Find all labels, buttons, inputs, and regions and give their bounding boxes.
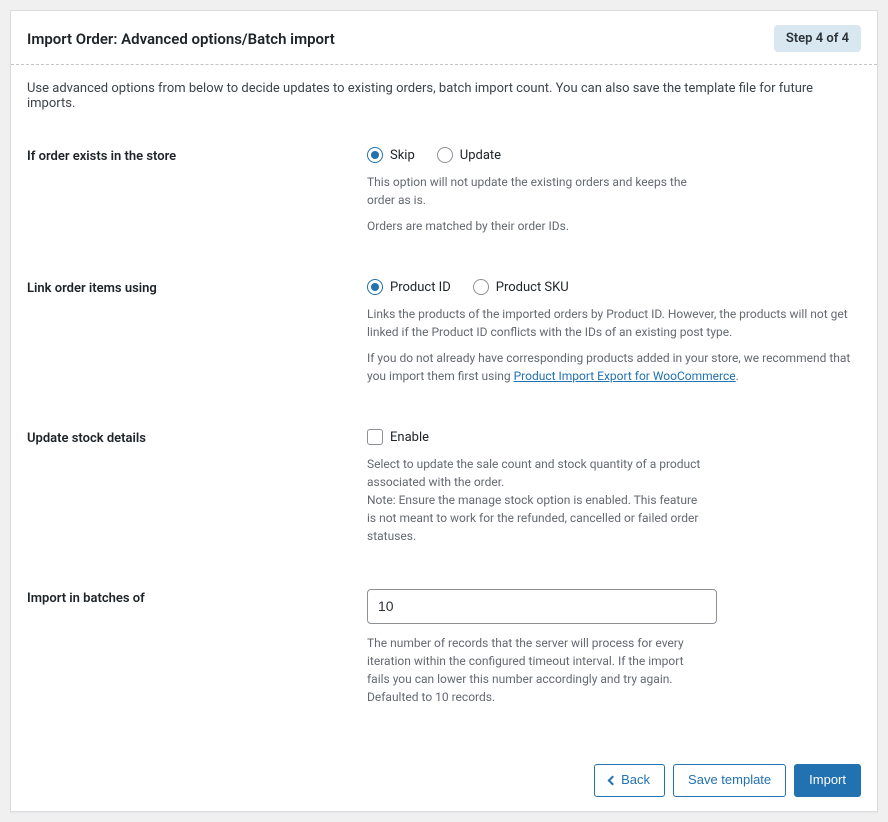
page-title: Import Order: Advanced options/Batch imp…	[27, 30, 335, 48]
help-link-items-1: Links the products of the imported order…	[367, 305, 861, 341]
back-button-label: Back	[621, 770, 650, 791]
panel-footer: Back Save template Import	[11, 754, 877, 811]
chevron-left-icon	[608, 775, 618, 785]
stock-checkbox-row: Enable	[367, 429, 861, 445]
radio-skip[interactable]: Skip	[367, 147, 415, 163]
field-if-order-exists: If order exists in the store Skip Update…	[27, 147, 861, 243]
checkbox-enable-stock-input[interactable]	[367, 429, 383, 445]
control-link-items: Product ID Product SKU Links the product…	[367, 279, 861, 393]
field-update-stock: Update stock details Enable Select to up…	[27, 429, 861, 553]
help-link-items-2: If you do not already have corresponding…	[367, 349, 861, 385]
import-button[interactable]: Import	[794, 764, 861, 797]
radio-product-sku-input[interactable]	[473, 279, 489, 295]
radio-skip-label: Skip	[390, 148, 415, 163]
label-batch: Import in batches of	[27, 589, 367, 606]
help-link-items-2-post: .	[736, 369, 739, 383]
help-stock-1: Select to update the sale count and stoc…	[367, 455, 707, 491]
help-if-exists-1: This option will not update the existing…	[367, 173, 707, 209]
control-if-order-exists: Skip Update This option will not update …	[367, 147, 861, 243]
back-button[interactable]: Back	[594, 764, 665, 797]
help-batch: The number of records that the server wi…	[367, 634, 707, 706]
radio-product-sku[interactable]: Product SKU	[473, 279, 569, 295]
import-advanced-panel: Import Order: Advanced options/Batch imp…	[10, 10, 878, 812]
radio-product-id[interactable]: Product ID	[367, 279, 451, 295]
radio-product-sku-label: Product SKU	[496, 280, 569, 295]
radio-product-id-label: Product ID	[390, 280, 451, 295]
checkbox-enable-stock[interactable]: Enable	[367, 429, 429, 445]
checkbox-enable-stock-label: Enable	[390, 430, 429, 445]
help-if-exists-2: Orders are matched by their order IDs.	[367, 217, 707, 235]
if-exists-radio-group: Skip Update	[367, 147, 861, 163]
panel-body: Use advanced options from below to decid…	[11, 65, 877, 754]
radio-skip-input[interactable]	[367, 147, 383, 163]
label-if-order-exists: If order exists in the store	[27, 147, 367, 164]
field-link-items: Link order items using Product ID Produc…	[27, 279, 861, 393]
control-batch: The number of records that the server wi…	[367, 589, 861, 714]
label-link-items: Link order items using	[27, 279, 367, 296]
panel-header: Import Order: Advanced options/Batch imp…	[11, 11, 877, 65]
batch-count-input[interactable]	[367, 589, 717, 624]
control-update-stock: Enable Select to update the sale count a…	[367, 429, 861, 553]
field-batch: Import in batches of The number of recor…	[27, 589, 861, 714]
step-indicator: Step 4 of 4	[774, 25, 861, 52]
link-items-radio-group: Product ID Product SKU	[367, 279, 861, 295]
help-stock-2: Note: Ensure the manage stock option is …	[367, 491, 707, 545]
radio-update-label: Update	[460, 148, 501, 163]
radio-product-id-input[interactable]	[367, 279, 383, 295]
intro-text: Use advanced options from below to decid…	[27, 81, 861, 111]
radio-update-input[interactable]	[437, 147, 453, 163]
label-update-stock: Update stock details	[27, 429, 367, 446]
product-import-export-link[interactable]: Product Import Export for WooCommerce	[514, 369, 736, 383]
save-template-button[interactable]: Save template	[673, 764, 786, 797]
radio-update[interactable]: Update	[437, 147, 501, 163]
